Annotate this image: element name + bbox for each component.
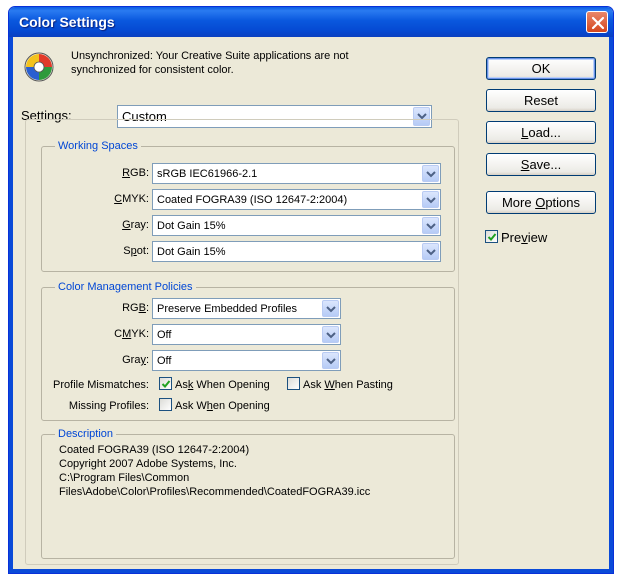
ws-gray-label: Gray: bbox=[122, 219, 149, 231]
ws-gray-value: Dot Gain 15% bbox=[157, 220, 226, 232]
close-button[interactable] bbox=[586, 11, 608, 33]
pol-rgb-arrow[interactable] bbox=[322, 300, 339, 317]
window-frame-right bbox=[609, 37, 613, 573]
missing-ask-opening-label: Ask When Opening bbox=[175, 400, 270, 412]
chevron-down-icon bbox=[426, 197, 436, 204]
close-icon bbox=[591, 16, 605, 30]
pol-gray-arrow[interactable] bbox=[322, 352, 339, 369]
pol-gray-dropdown[interactable]: Off bbox=[152, 350, 341, 371]
preview-label: Preview bbox=[501, 230, 548, 245]
pol-rgb-label: RGB: bbox=[122, 302, 149, 314]
preview-checkbox[interactable] bbox=[485, 230, 498, 243]
pol-gray-value: Off bbox=[157, 355, 172, 367]
sync-status-message: Unsynchronized: Your Creative Suite appl… bbox=[71, 50, 349, 76]
mismatch-ask-pasting-checkbox[interactable] bbox=[287, 377, 300, 390]
title-bar[interactable]: Color Settings bbox=[9, 7, 613, 37]
ws-spot-label: Spot: bbox=[123, 245, 149, 257]
missing-ask-opening-checkbox[interactable] bbox=[159, 398, 172, 411]
load-button[interactable]: Load... bbox=[486, 121, 596, 144]
policies-title: Color Management Policies bbox=[55, 281, 196, 293]
chevron-down-icon bbox=[426, 223, 436, 230]
mismatch-ask-opening-label: Ask When Opening bbox=[175, 379, 270, 391]
chevron-down-icon bbox=[326, 332, 336, 339]
window-frame-left bbox=[9, 37, 13, 573]
working-spaces-title: Working Spaces bbox=[55, 140, 141, 152]
pol-gray-label: Gray: bbox=[122, 354, 149, 366]
description-line: C:\Program Files\Common bbox=[59, 472, 190, 484]
description-title: Description bbox=[55, 428, 117, 440]
reset-button[interactable]: Reset bbox=[486, 89, 596, 112]
chevron-down-icon bbox=[426, 171, 436, 178]
ws-spot-value: Dot Gain 15% bbox=[157, 246, 226, 258]
ws-gray-dropdown[interactable]: Dot Gain 15% bbox=[152, 215, 441, 236]
pol-cmyk-arrow[interactable] bbox=[322, 326, 339, 343]
chevron-down-icon bbox=[326, 358, 336, 365]
pol-cmyk-value: Off bbox=[157, 329, 172, 341]
checkmark-icon bbox=[161, 380, 171, 388]
ws-spot-arrow[interactable] bbox=[422, 243, 439, 260]
chevron-down-icon bbox=[326, 306, 336, 313]
more-options-button[interactable]: More Options bbox=[486, 191, 596, 214]
pol-rgb-dropdown[interactable]: Preserve Embedded Profiles bbox=[152, 298, 341, 319]
ws-spot-dropdown[interactable]: Dot Gain 15% bbox=[152, 241, 441, 262]
ws-rgb-label: RGB: bbox=[122, 167, 149, 179]
missing-profiles-label: Missing Profiles: bbox=[68, 400, 149, 412]
color-settings-dialog: Color Settings Unsynchronized: Your Crea… bbox=[8, 6, 614, 574]
ws-rgb-arrow[interactable] bbox=[422, 165, 439, 182]
checkmark-icon bbox=[487, 233, 497, 241]
description-text: Coated FOGRA39 (ISO 12647-2:2004) Copyri… bbox=[59, 443, 479, 499]
profile-mismatches-label: Profile Mismatches: bbox=[53, 379, 149, 391]
description-line: Files\Adobe\Color\Profiles\Recommended\C… bbox=[59, 486, 371, 498]
description-line: Copyright 2007 Adobe Systems, Inc. bbox=[59, 458, 237, 470]
pol-rgb-value: Preserve Embedded Profiles bbox=[157, 303, 298, 315]
save-button[interactable]: Save... bbox=[486, 153, 596, 176]
description-line: Coated FOGRA39 (ISO 12647-2:2004) bbox=[59, 444, 250, 456]
mismatch-ask-opening-checkbox[interactable] bbox=[159, 377, 172, 390]
ws-rgb-dropdown[interactable]: sRGB IEC61966-2.1 bbox=[152, 163, 441, 184]
window-frame-bottom bbox=[9, 569, 613, 573]
ws-cmyk-dropdown[interactable]: Coated FOGRA39 (ISO 12647-2:2004) bbox=[152, 189, 441, 210]
color-sync-warning-icon bbox=[24, 52, 54, 82]
chevron-down-icon bbox=[426, 249, 436, 256]
ws-cmyk-label: CMYK: bbox=[114, 193, 149, 205]
window-title: Color Settings bbox=[19, 14, 115, 30]
ws-gray-arrow[interactable] bbox=[422, 217, 439, 234]
ws-rgb-value: sRGB IEC61966-2.1 bbox=[157, 168, 258, 180]
ws-cmyk-arrow[interactable] bbox=[422, 191, 439, 208]
ok-button[interactable]: OK bbox=[486, 57, 596, 80]
ws-cmyk-value: Coated FOGRA39 (ISO 12647-2:2004) bbox=[157, 194, 348, 206]
pol-cmyk-label: CMYK: bbox=[114, 328, 149, 340]
mismatch-ask-pasting-label: Ask When Pasting bbox=[303, 379, 393, 391]
pol-cmyk-dropdown[interactable]: Off bbox=[152, 324, 341, 345]
